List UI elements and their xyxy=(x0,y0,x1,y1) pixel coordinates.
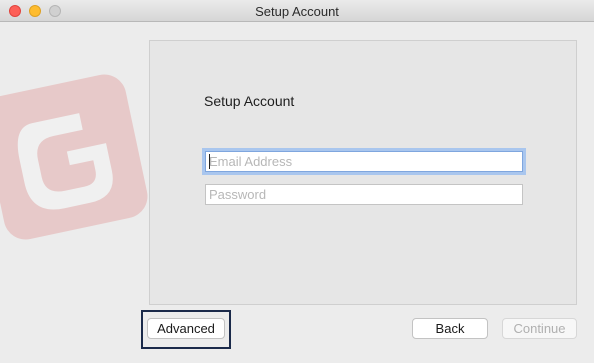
window-title: Setup Account xyxy=(255,4,339,19)
password-field[interactable] xyxy=(205,184,523,205)
setup-panel: Setup Account xyxy=(149,40,577,305)
continue-button[interactable]: Continue xyxy=(502,318,577,339)
back-button[interactable]: Back xyxy=(412,318,488,339)
title-bar: Setup Account xyxy=(0,0,594,22)
panel-heading: Setup Account xyxy=(204,93,295,109)
setup-account-window: Setup Account Setup Account Advanced Bac… xyxy=(0,0,594,363)
advanced-button[interactable]: Advanced xyxy=(147,318,225,339)
email-field[interactable] xyxy=(205,151,523,172)
app-logo-icon xyxy=(0,74,148,240)
text-caret xyxy=(209,154,210,169)
